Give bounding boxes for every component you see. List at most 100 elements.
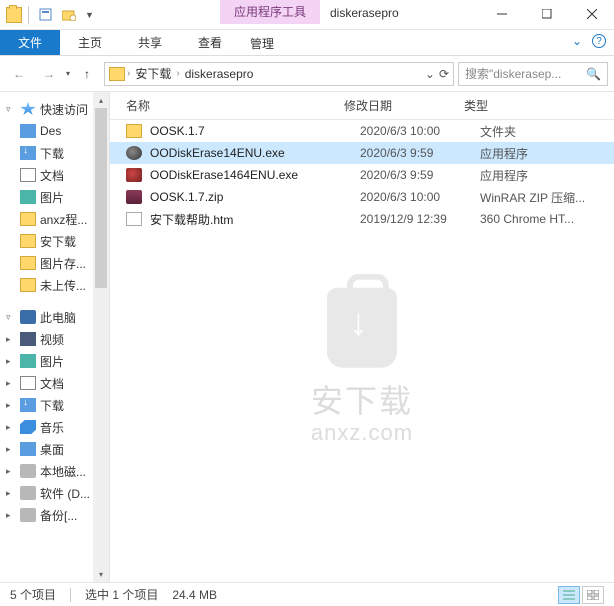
folder-icon (20, 256, 36, 270)
file-date: 2020/6/3 10:00 (360, 124, 480, 138)
minimize-button[interactable] (479, 0, 524, 28)
exe-icon (126, 146, 142, 160)
file-row[interactable]: OOSK.1.72020/6/3 10:00文件夹 (110, 120, 614, 142)
file-name: OODiskErase14ENU.exe (150, 146, 360, 160)
folder-icon (20, 234, 36, 248)
sidebar-item-label: 图片存... (40, 255, 86, 272)
qat-newfolder-icon[interactable] (59, 5, 79, 25)
sidebar-item-label: 本地磁... (40, 463, 86, 480)
tab-share[interactable]: 共享 (120, 30, 180, 55)
view-details-button[interactable] (558, 586, 580, 604)
file-name: 安下载帮助.htm (150, 211, 360, 228)
file-name: OOSK.1.7 (150, 124, 360, 138)
pc-icon (20, 310, 36, 324)
file-type: WinRAR ZIP 压缩... (480, 189, 585, 206)
file-type: 应用程序 (480, 167, 528, 184)
scroll-down-icon[interactable]: ▾ (93, 566, 109, 582)
file-row[interactable]: OODiskErase14ENU.exe2020/6/3 9:59应用程序 (110, 142, 614, 164)
star-icon (20, 102, 36, 116)
file-date: 2020/6/3 9:59 (360, 146, 480, 160)
view-icons-button[interactable] (582, 586, 604, 604)
status-selected: 选中 1 个项目 (85, 586, 158, 603)
exe2-icon (126, 168, 142, 182)
sidebar-item-label: 备份[... (40, 507, 77, 524)
titlebar: ▼ 应用程序工具 diskerasepro (0, 0, 614, 30)
sidebar-item-label: 文档 (40, 167, 64, 184)
mus-icon (20, 420, 36, 434)
file-type: 应用程序 (480, 145, 528, 162)
sidebar: ▿ 快速访问 Des下载文档图片anxz程...安下载图片存...未上传... … (0, 92, 110, 582)
pic-icon (20, 190, 36, 204)
doc-icon (20, 376, 36, 390)
sidebar-item-label: 下载 (40, 397, 64, 414)
file-type: 文件夹 (480, 123, 516, 140)
forward-button[interactable]: → (36, 61, 62, 87)
refresh-icon[interactable]: ⟳ (439, 67, 449, 81)
disk-icon (20, 464, 36, 478)
pic-icon (20, 354, 36, 368)
sidebar-item-label: 文档 (40, 375, 64, 392)
file-tab[interactable]: 文件 (0, 30, 60, 55)
search-placeholder: 搜索"diskerasep... (465, 65, 561, 82)
file-pane: 名称 修改日期 类型 OOSK.1.72020/6/3 10:00文件夹OODi… (110, 92, 614, 582)
dl-icon (20, 146, 36, 160)
context-tab-label: 应用程序工具 (220, 0, 320, 24)
sidebar-item-label: 未上传... (40, 277, 86, 294)
scroll-up-icon[interactable]: ▴ (93, 92, 109, 108)
file-row[interactable]: OODiskErase1464ENU.exe2020/6/3 9:59应用程序 (110, 164, 614, 186)
status-count: 5 个项目 (10, 586, 56, 603)
file-date: 2019/12/9 12:39 (360, 212, 480, 226)
breadcrumb-item[interactable]: diskerasepro (182, 67, 257, 81)
file-list[interactable]: OOSK.1.72020/6/3 10:00文件夹OODiskErase14EN… (110, 120, 614, 582)
breadcrumb-folder-icon (109, 67, 125, 81)
tab-home[interactable]: 主页 (60, 30, 120, 55)
search-icon[interactable]: 🔍 (586, 67, 601, 81)
chevron-right-icon[interactable]: › (127, 68, 130, 79)
dl-icon (20, 398, 36, 412)
help-icon[interactable]: ? (592, 34, 606, 48)
window-title: diskerasepro (330, 6, 399, 20)
up-button[interactable]: ↑ (74, 61, 100, 87)
qat-properties-icon[interactable] (35, 5, 55, 25)
desk-icon (20, 442, 36, 456)
doc-icon (20, 168, 36, 182)
chevron-right-icon[interactable]: › (176, 68, 179, 79)
statusbar: 5 个项目 选中 1 个项目 24.4 MB (0, 582, 614, 606)
sidebar-scrollbar[interactable]: ▴ ▾ (93, 92, 109, 582)
scroll-thumb[interactable] (95, 108, 107, 288)
nav-toolbar: ← → ▾ ↑ › 安下载 › diskerasepro ⌄ ⟳ 搜索"disk… (0, 56, 614, 92)
column-date[interactable]: 修改日期 (344, 97, 464, 114)
history-dropdown-icon[interactable]: ▾ (66, 69, 70, 78)
disk-icon (20, 508, 36, 522)
breadcrumb-dropdown-icon[interactable]: ⌄ (425, 67, 435, 81)
ribbon: 文件 主页 共享 查看 管理 ⌄ ? (0, 30, 614, 56)
folder-icon (20, 278, 36, 292)
qat-customize-icon[interactable]: ▼ (83, 10, 96, 20)
file-row[interactable]: 安下载帮助.htm2019/12/9 12:39360 Chrome HT... (110, 208, 614, 230)
tab-manage[interactable]: 管理 (232, 30, 292, 57)
breadcrumb-item[interactable]: 安下载 (132, 65, 174, 82)
breadcrumb[interactable]: › 安下载 › diskerasepro ⌄ ⟳ (104, 62, 454, 86)
file-type: 360 Chrome HT... (480, 212, 574, 226)
zip-icon (126, 190, 142, 204)
folder-icon (126, 124, 142, 138)
vid-icon (20, 332, 36, 346)
sidebar-item-label: 软件 (D... (40, 485, 90, 502)
sidebar-item-label: 桌面 (40, 441, 64, 458)
column-headers: 名称 修改日期 类型 (110, 92, 614, 120)
file-date: 2020/6/3 9:59 (360, 168, 480, 182)
column-type[interactable]: 类型 (464, 97, 614, 114)
sidebar-item-label: 下载 (40, 145, 64, 162)
sidebar-item-label: 图片 (40, 353, 64, 370)
ribbon-expand-icon[interactable]: ⌄ (572, 34, 582, 48)
back-button[interactable]: ← (6, 61, 32, 87)
htm-icon (126, 212, 142, 226)
close-button[interactable] (569, 0, 614, 28)
file-name: OODiskErase1464ENU.exe (150, 168, 360, 182)
search-input[interactable]: 搜索"diskerasep... 🔍 (458, 62, 608, 86)
sidebar-item-label: Des (40, 124, 61, 138)
maximize-button[interactable] (524, 0, 569, 28)
column-name[interactable]: 名称 (126, 97, 344, 114)
file-row[interactable]: OOSK.1.7.zip2020/6/3 10:00WinRAR ZIP 压缩.… (110, 186, 614, 208)
watermark: 安下载 anxz.com (311, 288, 413, 446)
